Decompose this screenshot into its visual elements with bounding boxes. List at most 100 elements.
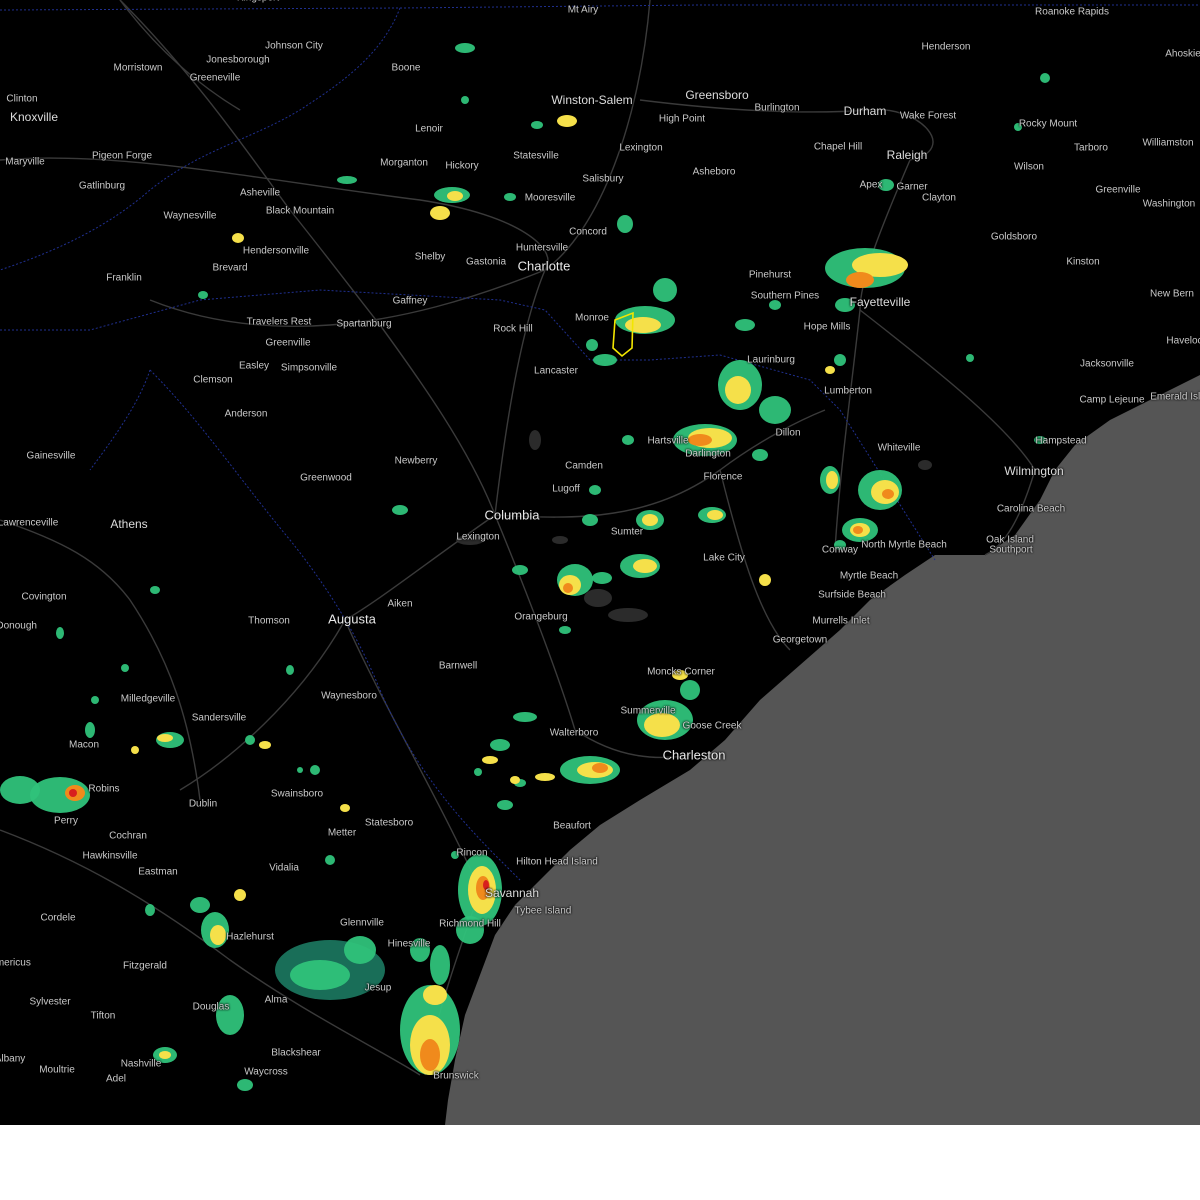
radar-yellow-echo [725,376,751,404]
radar-green-echo [680,680,700,700]
radar-green-echo [0,776,40,804]
city-label-monroe: Monroe [575,312,609,324]
radar-yellow-echo [644,713,680,737]
radar-green-echo [237,1079,253,1091]
city-label-lancaster: Lancaster [534,365,578,377]
city-label-jonesborough: Jonesborough [206,54,270,66]
city-label-augusta: Augusta [328,611,376,627]
city-label-americus: Americus [0,957,31,969]
city-label-lumberton: Lumberton [824,385,872,397]
city-label-walterboro: Walterboro [549,727,599,739]
radar-green-echo [752,449,768,461]
city-label-orangeburg: Orangeburg [514,611,568,623]
radar-map[interactable]: Kingsport Mt Airy Roanoke Rapids Johnson Ci… [0,0,1200,1125]
city-label-ahoskie: Ahoskie [1165,48,1200,60]
city-label-roanoke-rapids: Roanoke Rapids [1035,6,1109,18]
radar-green-echo [966,354,974,362]
radar-green-echo [617,215,633,233]
radar-yellow-echo [430,206,450,220]
radar-green-echo [653,278,677,302]
city-label-statesville: Statesville [513,150,559,162]
city-label-cordele: Cordele [40,912,76,924]
city-label-georgetown: Georgetown [772,634,828,646]
city-label-rincon: Rincon [456,847,488,859]
city-label-vidalia: Vidalia [269,862,299,874]
city-label-waynesville: Waynesville [163,210,217,222]
radar-yellow-echo [535,773,555,781]
city-label-knoxville: Knoxville [9,110,59,124]
city-label-metter: Metter [327,827,357,839]
city-label-huntersville: Huntersville [515,242,569,254]
city-label-mooresville: Mooresville [524,192,576,204]
city-label-eastman: Eastman [138,866,178,878]
city-label-anderson: Anderson [224,408,268,420]
city-label-southport: Southport [989,544,1033,556]
city-label-hawkinsville: Hawkinsville [82,850,138,862]
city-label-concord: Concord [569,226,607,238]
radar-green-echo [430,945,450,985]
radar-green-echo [589,485,601,495]
city-label-camden: Camden [565,460,603,472]
city-label-moncks-corner: Moncks Corner [647,666,715,678]
city-label-blackshear: Blackshear [271,1047,321,1059]
city-label-goldsboro: Goldsboro [990,231,1038,243]
city-label-swainsboro: Swainsboro [270,788,324,800]
city-label-lexington: Lexington [619,142,663,154]
city-label-easley: Easley [238,360,270,372]
city-label-macon: Macon [68,739,100,751]
bottom-blank-area [0,1125,1200,1200]
city-label-asheboro: Asheboro [692,166,736,178]
lake [918,460,932,470]
city-label-nashville: Nashville [120,1058,162,1070]
city-label-columbia: Columbia [484,507,540,523]
city-label-kingsport: Kingsport [237,0,279,4]
radar-green-echo [56,627,64,639]
city-label-rock-hill: Rock Hill [493,323,533,335]
radar-green-echo [592,572,612,584]
city-label-surfside-beach: Surfside Beach [818,589,886,601]
city-label-greenwood: Greenwood [300,472,352,484]
radar-green-echo [337,176,357,184]
radar-green-echo [325,855,335,865]
city-label-myrtle-beach: Myrtle Beach [839,570,899,582]
radar-green-echo [559,626,571,634]
radar-red-echo [69,789,77,797]
city-label-burlington: Burlington [754,102,800,114]
city-label-lexington: Lexington [456,531,500,543]
city-label-laurinburg: Laurinburg [747,354,795,366]
city-label-garner: Garner [896,181,928,193]
city-label-gatlinburg: Gatlinburg [78,180,126,192]
radar-green-echo [497,800,513,810]
city-label-conway: Conway [821,544,859,556]
radar-green-echo [145,904,155,916]
radar-green-echo [735,319,755,331]
city-label-lawrenceville: Lawrenceville [0,517,59,529]
radar-green-echo [85,722,95,738]
city-label-hartsville: Hartsville [647,435,689,447]
radar-yellow-echo [340,804,350,812]
radar-orange-echo [688,434,712,446]
radar-green-echo [310,765,320,775]
city-label-athens: Athens [110,517,148,531]
city-label-hampstead: Hampstead [1035,435,1087,447]
city-label-simpsonville: Simpsonville [280,362,338,374]
city-label-greenville: Greenville [265,337,311,349]
city-label-lenoir: Lenoir [415,123,443,135]
city-label-hickory: Hickory [445,160,479,172]
radar-green-echo [490,739,510,751]
radar-orange-echo [853,526,863,534]
city-label-albany: Albany [0,1053,26,1065]
radar-green-echo [531,121,543,129]
city-label-moultrie: Moultrie [39,1064,75,1076]
radar-green-echo [198,291,208,299]
city-label-wilmington: Wilmington [1004,464,1064,478]
radar-orange-echo [563,583,573,593]
city-label-beaufort: Beaufort [553,820,591,832]
city-label-morganton: Morganton [380,157,428,169]
city-label-pigeon-forge: Pigeon Forge [91,150,153,162]
city-label-alma: Alma [264,994,288,1006]
radar-green-echo [91,696,99,704]
radar-green-echo [290,960,350,990]
city-label-florence: Florence [703,471,743,483]
city-label-adel: Adel [105,1073,127,1085]
